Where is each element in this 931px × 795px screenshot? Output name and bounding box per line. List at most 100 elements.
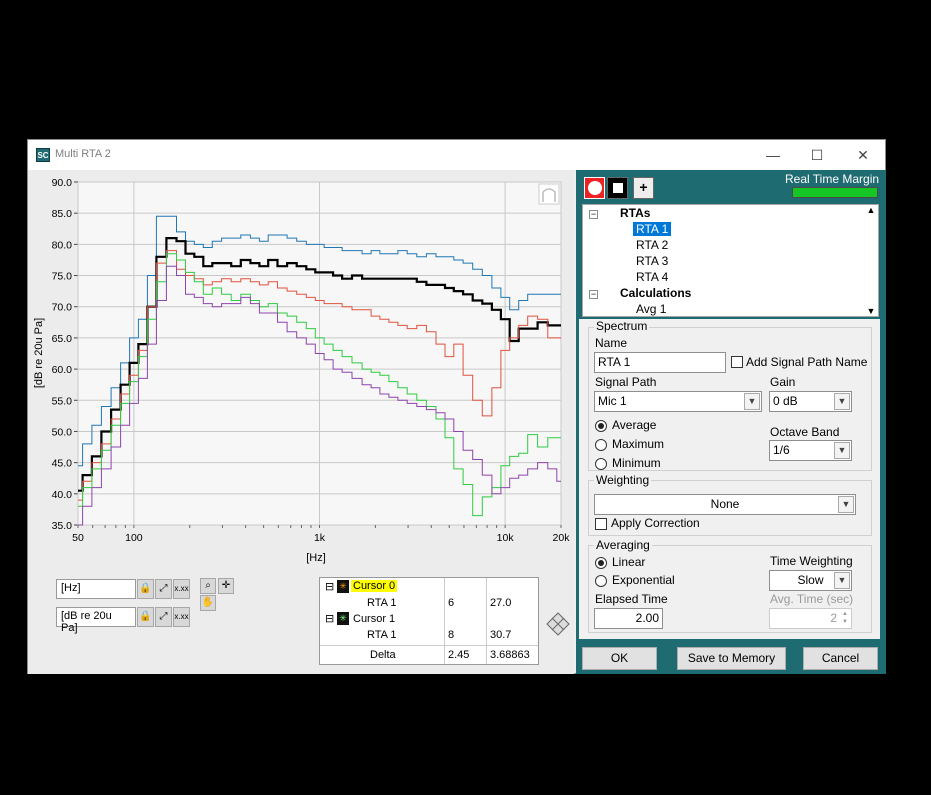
maximize-button[interactable]: ☐ [804, 145, 830, 165]
gain-select[interactable]: 0 dB ▼ [769, 391, 852, 412]
name-input[interactable]: RTA 1 [594, 352, 726, 373]
maximum-radio[interactable] [595, 439, 607, 451]
delta-label: Delta [370, 649, 396, 661]
weighting-select[interactable]: None ▼ [594, 494, 856, 515]
add-button[interactable]: + [633, 177, 654, 199]
close-button[interactable]: ✕ [850, 145, 876, 165]
cursor-mover-icon[interactable] [546, 612, 570, 636]
average-label: Average [612, 418, 657, 432]
y-autoscale-icon[interactable]: ⤢ [155, 607, 172, 627]
y-tick-label: 40.0 [52, 489, 73, 501]
y-tick-label: 55.0 [52, 395, 73, 407]
y-tick-label: 90.0 [52, 177, 73, 189]
y-scale-name[interactable]: [dB re 20u Pa] [56, 607, 136, 634]
scroll-down-icon[interactable]: ▼ [864, 306, 878, 316]
spectrum-group-label: Spectrum [594, 319, 650, 333]
y-tick-label: 80.0 [52, 239, 73, 251]
apply-correction-label: Apply Correction [611, 516, 700, 530]
collapse-icon[interactable]: ⊟ [325, 612, 334, 625]
x-tick-label: 100 [125, 532, 143, 544]
real-time-margin-label: Real Time Margin [785, 172, 880, 186]
record-button[interactable] [584, 177, 605, 199]
tree-item-avg1[interactable]: Avg 1 [636, 302, 666, 316]
save-to-memory-button[interactable]: Save to Memory [677, 647, 786, 670]
apply-correction-checkbox[interactable] [595, 518, 607, 530]
avg-time-label: Avg. Time (sec) [770, 592, 854, 606]
rta-graph[interactable]: 35.0 40.0 45.0 50.0 55.0 60.0 65.0 70.0 75.0 80.0… [28, 170, 574, 570]
exponential-radio[interactable] [595, 575, 607, 587]
cursor-row-0[interactable]: ⊟ ✳ Cursor 0 [320, 580, 538, 596]
tree-scrollbar[interactable]: ▲ ▼ [864, 205, 878, 316]
x-scale-name[interactable]: [Hz] [56, 579, 136, 599]
x-axis-labels: 50 100 1k 10k 20k [72, 532, 570, 544]
cursor-row-2[interactable]: ⊟ ✳ Cursor 1 [320, 612, 538, 628]
x-autoscale-icon[interactable]: ⤢ [155, 579, 172, 599]
octave-band-select[interactable]: 1/6 ▼ [769, 440, 852, 461]
stop-icon [613, 183, 623, 193]
y-format-icon[interactable]: x.xx [173, 607, 190, 627]
x-tick-label: 50 [72, 532, 84, 544]
time-weighting-label: Time Weighting [770, 554, 853, 568]
measurement-tree[interactable]: − RTAs RTA 1 RTA 2 RTA 3 RTA 4 − Calcula… [582, 204, 879, 317]
x-format-icon[interactable]: x.xx [173, 579, 190, 599]
minimum-radio[interactable] [595, 458, 607, 470]
graph-palette-icon[interactable] [538, 183, 560, 205]
cursor-legend[interactable]: ⊟ ✳ Cursor 0 RTA 1 6 27.0 ⊟ ✳ Cursor 1 R… [319, 577, 539, 665]
minimum-label: Minimum [612, 456, 661, 470]
zoom-icon[interactable]: ⌕ [200, 578, 216, 594]
app-icon: SC [36, 148, 50, 162]
chevron-down-icon: ▼ [834, 572, 850, 589]
tree-item-rta3[interactable]: RTA 3 [636, 254, 668, 268]
settings-panel: Spectrum Name RTA 1 Add Signal Path Name… [579, 319, 880, 639]
tree-group-calculations[interactable]: Calculations [620, 286, 691, 300]
y-tick-label: 75.0 [52, 271, 73, 283]
y-lock-icon[interactable]: 🔒 [137, 607, 154, 627]
pan-icon[interactable]: ✋ [200, 595, 216, 611]
avg-time-value: 2 [830, 611, 837, 625]
averaging-group-label: Averaging [594, 538, 652, 552]
elapsed-time-field: 2.00 [594, 608, 663, 629]
multi-rta-window: SC Multi RTA 2 — ☐ ✕ 35.0 40.0 45.0 50.0 55.… [27, 139, 886, 674]
tree-group-rtas[interactable]: RTAs [620, 206, 650, 220]
cursor-row-3: RTA 1 8 30.7 [320, 628, 538, 644]
stepper-icon: ▲ ▼ [842, 611, 848, 625]
octave-band-label: Octave Band [770, 425, 840, 439]
x-lock-icon[interactable]: 🔒 [137, 579, 154, 599]
collapse-icon[interactable]: − [589, 210, 598, 219]
cancel-button[interactable]: Cancel [803, 647, 878, 670]
record-icon [588, 181, 602, 195]
plot-name: RTA 1 [367, 629, 397, 641]
linear-radio[interactable] [595, 557, 607, 569]
stop-button[interactable] [607, 177, 628, 199]
settings-pane: + Real Time Margin − RTAs RTA 1 RTA 2 RT… [576, 170, 886, 674]
add-signal-path-name-checkbox[interactable] [731, 356, 743, 368]
scroll-up-icon[interactable]: ▲ [864, 205, 878, 215]
title-bar[interactable]: SC Multi RTA 2 — ☐ ✕ [28, 140, 885, 170]
collapse-icon[interactable]: − [589, 290, 598, 299]
signal-path-select[interactable]: Mic 1 ▼ [594, 391, 762, 412]
ok-button[interactable]: OK [582, 647, 657, 670]
y-axis-labels: 35.0 40.0 45.0 50.0 55.0 60.0 65.0 70.0 75.0 80.0… [52, 177, 73, 532]
cursor-delta-row: Delta 2.45 3.68863 [320, 648, 538, 664]
time-weighting-select[interactable]: Slow ▼ [769, 570, 852, 591]
cursor-crosshair-icon: ✳ [337, 612, 349, 625]
cursor-row-1: RTA 1 6 27.0 [320, 596, 538, 612]
y-axis-title: [dB re 20u Pa] [33, 318, 45, 388]
y-tick-label: 50.0 [52, 426, 73, 438]
chevron-down-icon: ▼ [834, 393, 850, 410]
avg-time-input: 2 ▲ ▼ [769, 608, 852, 629]
delta-y: 3.68863 [490, 649, 530, 661]
tree-item-rta4[interactable]: RTA 4 [636, 270, 668, 284]
cursor-y: 30.7 [490, 629, 512, 641]
weighting-group-label: Weighting [594, 473, 652, 487]
average-radio[interactable] [595, 420, 607, 432]
cursor-move-icon[interactable]: ✛ [218, 578, 234, 594]
y-tick-label: 85.0 [52, 208, 73, 220]
octave-band-value: 1/6 [773, 443, 790, 457]
collapse-icon[interactable]: ⊟ [325, 580, 334, 593]
x-axis-title: [Hz] [306, 552, 326, 564]
tree-item-rta1[interactable]: RTA 1 [633, 222, 672, 236]
minimize-button[interactable]: — [760, 145, 786, 165]
x-tick-label: 20k [553, 532, 571, 544]
tree-item-rta2[interactable]: RTA 2 [636, 238, 668, 252]
